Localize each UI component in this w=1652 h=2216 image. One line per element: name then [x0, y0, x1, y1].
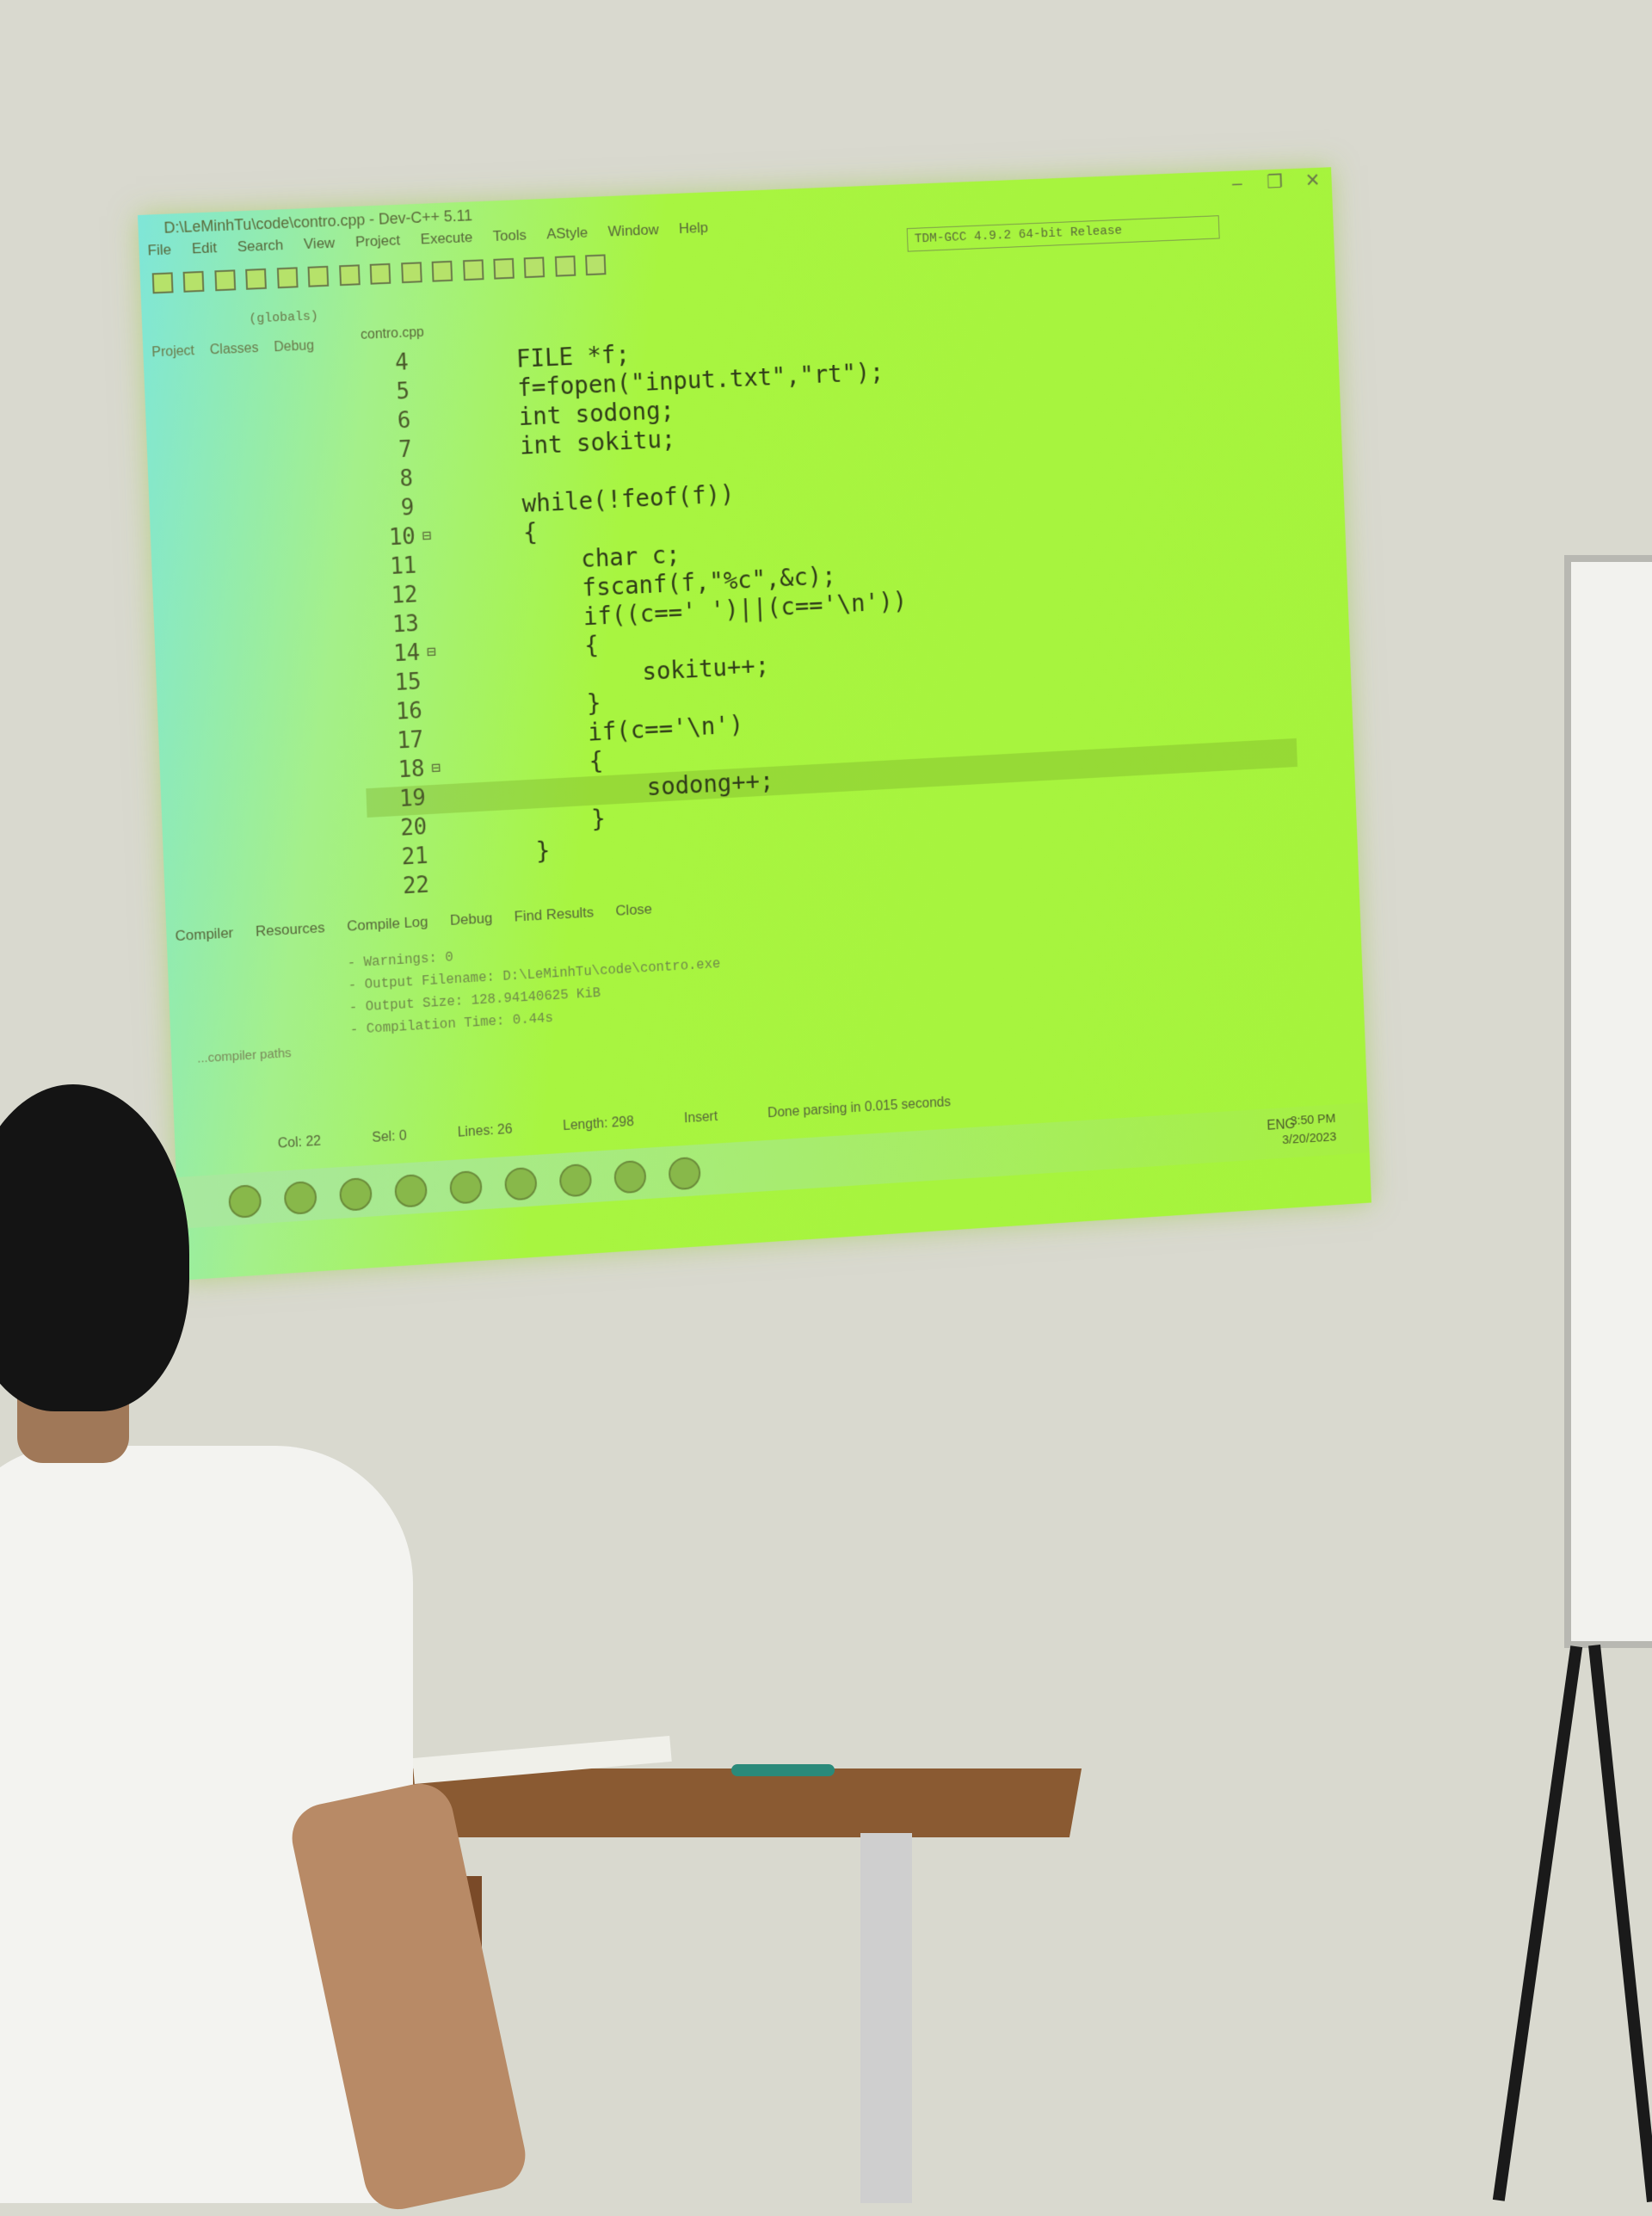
compile-run-icon[interactable]	[524, 256, 546, 279]
line-number: 16	[395, 698, 423, 725]
status-lines: Lines: 26	[457, 1121, 513, 1140]
run-icon[interactable]	[493, 257, 515, 280]
compiler-paths-label: ...compiler paths	[196, 1046, 292, 1066]
code-text: }	[478, 836, 551, 869]
compile-icon[interactable]	[462, 259, 484, 281]
line-number: 15	[394, 669, 422, 696]
tab-debug[interactable]: Debug	[274, 338, 314, 355]
minimize-icon[interactable]: –	[1232, 172, 1243, 194]
line-number: 4	[394, 349, 410, 376]
compile-log: - Warnings: 0 - Output Filename: D:\LeMi…	[347, 931, 723, 1041]
chrome-icon[interactable]	[394, 1173, 428, 1208]
status-message: Done parsing in 0.015 seconds	[767, 1095, 952, 1121]
chrome-icon[interactable]	[338, 1176, 373, 1212]
line-number: 6	[397, 407, 412, 435]
status-length: Length: 298	[562, 1114, 635, 1134]
tab-compile-log[interactable]: Compile Log	[347, 913, 428, 935]
save-all-icon[interactable]	[245, 268, 268, 290]
menu-window[interactable]: Window	[607, 221, 659, 245]
explorer-icon[interactable]	[449, 1170, 483, 1205]
tab-classes[interactable]: Classes	[210, 341, 259, 358]
line-number: 7	[398, 436, 413, 464]
fold-toggle-icon[interactable]: ⊟	[427, 643, 437, 661]
new-file-icon[interactable]	[151, 272, 174, 294]
easel-leg	[1588, 1645, 1652, 2202]
code-text: {	[465, 518, 539, 550]
status-sel: Sel: 0	[371, 1128, 408, 1145]
status-mode: Insert	[683, 1109, 718, 1127]
line-number: 21	[401, 843, 429, 871]
taskbar-clock[interactable]: 3:50 PM 3/20/2023	[1281, 1109, 1337, 1150]
student-head	[0, 1084, 189, 1411]
clock-date: 3/20/2023	[1281, 1129, 1337, 1148]
line-number: 10	[388, 523, 416, 552]
menu-tools[interactable]: Tools	[492, 227, 527, 250]
menu-edit[interactable]: Edit	[191, 239, 217, 262]
easel-leg	[1492, 1645, 1583, 2201]
code-editor[interactable]: 4 FILE *f; 5 f=fopen("input.txt","rt"); 6 …	[348, 310, 1349, 899]
undo-icon[interactable]	[338, 264, 361, 287]
save-icon[interactable]	[214, 269, 237, 292]
menu-astyle[interactable]: AStyle	[546, 225, 589, 249]
replace-icon[interactable]	[431, 260, 453, 282]
line-number: 9	[400, 495, 416, 522]
find-icon[interactable]	[400, 262, 422, 284]
left-panel-tabs: Project Classes Debug	[151, 338, 314, 361]
projected-ide-window: D:\LeMinhTu\code\contro.cpp - Dev-C++ 5.…	[138, 167, 1372, 1281]
fold-toggle-icon[interactable]: ⊟	[422, 527, 432, 545]
close-file-icon[interactable]	[276, 267, 299, 289]
chart-icon[interactable]	[585, 254, 607, 276]
check-icon[interactable]	[554, 255, 576, 277]
classroom-scene: D:\LeMinhTu\code\contro.cpp - Dev-C++ 5.…	[0, 0, 1652, 2216]
print-icon[interactable]	[307, 265, 330, 287]
pen	[731, 1764, 835, 1776]
line-number: 17	[396, 727, 424, 755]
line-number: 8	[399, 466, 414, 492]
desk-top	[398, 1768, 1082, 1837]
menu-project[interactable]: Project	[355, 232, 401, 256]
line-number: 5	[396, 379, 410, 405]
line-number: 22	[402, 872, 430, 900]
maximize-icon[interactable]: ❐	[1267, 170, 1284, 193]
tab-find-results[interactable]: Find Results	[514, 904, 594, 925]
tab-resources[interactable]: Resources	[256, 919, 325, 941]
redo-icon[interactable]	[369, 262, 391, 285]
desk-leg	[860, 1833, 912, 2203]
menu-execute[interactable]: Execute	[420, 229, 472, 253]
editor-file-tab[interactable]: contro.cpp	[361, 325, 424, 343]
menu-view[interactable]: View	[304, 235, 336, 258]
tab-close[interactable]: Close	[615, 901, 652, 920]
line-number: 18	[398, 756, 426, 784]
line-number: 12	[391, 582, 419, 609]
tab-debug-output[interactable]: Debug	[450, 910, 493, 929]
line-number: 19	[398, 785, 427, 812]
app-icon[interactable]	[668, 1156, 701, 1191]
devcpp-icon[interactable]	[558, 1163, 593, 1198]
whiteboard	[1564, 555, 1652, 1648]
line-number: 14	[392, 639, 421, 668]
fold-toggle-icon[interactable]: ⊟	[431, 759, 441, 777]
close-icon[interactable]: ✕	[1304, 170, 1320, 192]
open-file-icon[interactable]	[183, 270, 205, 293]
status-col: Col: 22	[277, 1133, 322, 1151]
browser-icon[interactable]	[283, 1180, 317, 1216]
tab-project[interactable]: Project	[151, 343, 194, 361]
app-icon[interactable]	[613, 1159, 647, 1194]
line-number: 11	[389, 552, 417, 580]
menu-file[interactable]: File	[147, 241, 171, 264]
menu-search[interactable]: Search	[237, 237, 283, 261]
tab-compiler[interactable]: Compiler	[175, 924, 233, 945]
globals-select[interactable]: (globals)	[249, 309, 318, 326]
line-number: 13	[391, 611, 420, 639]
menu-help[interactable]: Help	[679, 219, 709, 243]
windows-taskbar: ENG 3:50 PM 3/20/2023	[176, 1102, 1370, 1229]
line-number: 20	[399, 814, 428, 842]
start-icon[interactable]	[228, 1183, 262, 1219]
app-icon[interactable]	[503, 1166, 538, 1201]
